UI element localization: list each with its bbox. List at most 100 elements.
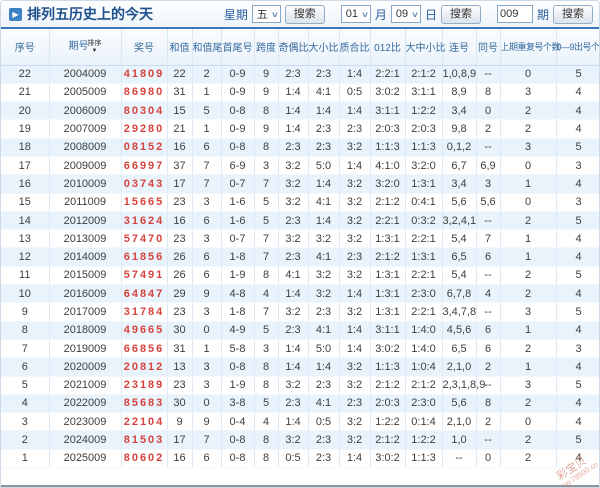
cell-digit-count: 5: [556, 138, 599, 157]
table-row: 19 2007009 29280 21 1 0-9 9 1:4 2:3 2:3 2:0:3 2:0:3…: [1, 119, 599, 139]
issue-search-group: 期 搜索: [496, 4, 593, 24]
cell-sum: 13: [167, 357, 193, 377]
cell-012-ratio: 3:1:1: [370, 321, 406, 340]
cell-index: 16: [1, 174, 50, 194]
cell-index: 5: [1, 376, 50, 395]
cell-big-mid-small-ratio: 1:2:2: [405, 430, 443, 450]
table-row: 2 2024009 81503 17 7 0-8 8 3:2 2:3 3:2 2:1:2 1:2:2 1…: [1, 430, 599, 450]
cell-prime-composite-ratio: 3:2: [339, 376, 371, 395]
cell-span: 5: [254, 394, 279, 414]
cell-index: 9: [1, 302, 50, 322]
cell-big-small-ratio: 5:0: [308, 339, 340, 359]
cell-sum: 16: [167, 449, 193, 469]
month-select[interactable]: 01 ∨: [340, 5, 371, 23]
cell-012-ratio: 3:1:1: [370, 101, 406, 121]
cell-duplicate: 6: [476, 339, 501, 359]
cell-prime-composite-ratio: 1:4: [339, 65, 371, 84]
cell-prev-repeat-count: 1: [500, 321, 557, 340]
cell-consecutive: --: [442, 449, 477, 469]
cell-prime-composite-ratio: 1:4: [339, 284, 371, 304]
cell-min-max: 0-4: [221, 412, 255, 432]
cell-index: 3: [1, 412, 50, 432]
column-header-012-ratio: 012比: [370, 29, 406, 66]
cell-big-mid-small-ratio: 1:0:4: [405, 357, 443, 377]
cell-big-mid-small-ratio: 1:1:3: [405, 138, 443, 157]
cell-issue: 2009009: [49, 156, 122, 176]
search-date-button[interactable]: 搜索: [440, 4, 481, 24]
cell-issue: 2016009: [49, 284, 122, 304]
column-header-min-max: 首尾号: [221, 29, 255, 66]
cell-prev-repeat-count: 2: [500, 101, 557, 121]
cell-issue: 2020009: [49, 357, 122, 377]
column-header-span: 跨度: [254, 29, 279, 66]
cell-012-ratio: 3:0:2: [370, 339, 406, 359]
column-header-winning-number: 奖号: [121, 29, 168, 66]
cell-digit-count: 4: [556, 412, 599, 432]
table-row: 22 2004009 41809 22 2 0-9 9 2:3 2:3 1:4 2:2:1 2:1:2…: [1, 65, 599, 84]
search-week-button[interactable]: 搜索: [284, 4, 325, 24]
cell-012-ratio: 2:2:1: [370, 65, 406, 84]
table-row: 8 2018009 49665 30 0 4-9 5 2:3 4:1 1:4 3:1:1 1:4:0 4…: [1, 321, 599, 340]
cell-odd-even-ratio: 3:2: [278, 302, 309, 322]
cell-sum: 31: [167, 83, 193, 103]
cell-prev-repeat-count: 2: [500, 266, 557, 286]
weekday-select[interactable]: 五 ∨: [251, 5, 281, 23]
cell-winning-number: 20812: [121, 357, 168, 377]
cell-span: 8: [254, 430, 279, 450]
table-row: 6 2020009 20812 13 3 0-8 8 1:4 1:4 3:2 1:1:3 1:0:4 2…: [1, 357, 599, 377]
cell-prime-composite-ratio: 3:2: [339, 266, 371, 286]
cell-consecutive: 1,0,8,9: [442, 65, 477, 84]
title-bullet-icon: ▶: [9, 7, 22, 21]
cell-duplicate: 2: [476, 119, 501, 139]
cell-min-max: 0-8: [221, 357, 255, 377]
table-row: 12 2014009 61856 26 6 1-8 7 2:3 4:1 2:3 2:1:2 1:3:1…: [1, 247, 599, 267]
cell-consecutive: 2,3,1,8,9: [442, 376, 485, 395]
cell-index: 7: [1, 339, 50, 359]
cell-duplicate: 4: [476, 284, 501, 304]
cell-digit-count: 4: [556, 449, 599, 469]
cell-index: 4: [1, 394, 50, 414]
cell-sum: 30: [167, 321, 193, 340]
cell-sum: 21: [167, 119, 193, 139]
cell-span: 4: [254, 412, 279, 432]
cell-duplicate: 2: [476, 357, 501, 377]
table-row: 9 2017009 31784 23 3 1-8 7 3:2 2:3 3:2 1:3:1 2:2:1 3…: [1, 302, 599, 322]
table-row: 1 2025009 80602 16 6 0-8 8 0:5 2:3 1:4 3:0:2 1:1:3-…: [1, 449, 599, 469]
cell-big-small-ratio: 4:1: [308, 83, 340, 103]
cell-digit-count: 5: [556, 302, 599, 322]
column-header-odd-even-ratio: 奇偶比: [278, 29, 309, 66]
cell-sum-tail: 9: [192, 412, 222, 432]
cell-digit-count: 4: [556, 119, 599, 139]
search-issue-button[interactable]: 搜索: [553, 4, 593, 24]
cell-digit-count: 5: [556, 376, 599, 395]
cell-012-ratio: 2:1:2: [370, 193, 406, 212]
cell-span: 7: [254, 174, 279, 194]
sort-control[interactable]: 排序 ▼: [88, 40, 102, 54]
cell-big-mid-small-ratio: 1:3:1: [405, 174, 443, 194]
cell-winning-number: 80602: [121, 449, 168, 469]
table-row: 21 2005009 86980 31 1 0-9 9 1:4 4:1 0:5 3:0:2 3:1:1…: [1, 83, 599, 103]
cell-winning-number: 64847: [121, 284, 168, 304]
cell-span: 8: [254, 138, 279, 157]
cell-index: 2: [1, 430, 50, 450]
cell-prev-repeat-count: 3: [500, 138, 557, 157]
column-header-sum: 和值: [167, 29, 193, 66]
cell-min-max: 0-9: [221, 119, 255, 139]
cell-sum: 16: [167, 138, 193, 157]
cell-min-max: 4-8: [221, 284, 255, 304]
cell-odd-even-ratio: 3:2: [278, 193, 309, 212]
cell-sum: 37: [167, 156, 193, 176]
issue-input[interactable]: [496, 5, 533, 23]
day-select[interactable]: 09 ∨: [390, 5, 421, 23]
cell-prev-repeat-count: 2: [500, 430, 557, 450]
cell-span: 8: [254, 266, 279, 286]
cell-prev-repeat-count: 2: [500, 339, 557, 359]
cell-prev-repeat-count: 1: [500, 174, 557, 194]
cell-sum: 23: [167, 229, 193, 249]
cell-big-small-ratio: 1:4: [308, 174, 340, 194]
column-header-consecutive: 连号: [442, 29, 477, 66]
cell-duplicate: 6,9: [476, 156, 501, 176]
cell-span: 8: [254, 449, 279, 469]
cell-sum-tail: 3: [192, 229, 222, 249]
page-title: ▶ 排列五历史上的今天: [9, 4, 153, 24]
